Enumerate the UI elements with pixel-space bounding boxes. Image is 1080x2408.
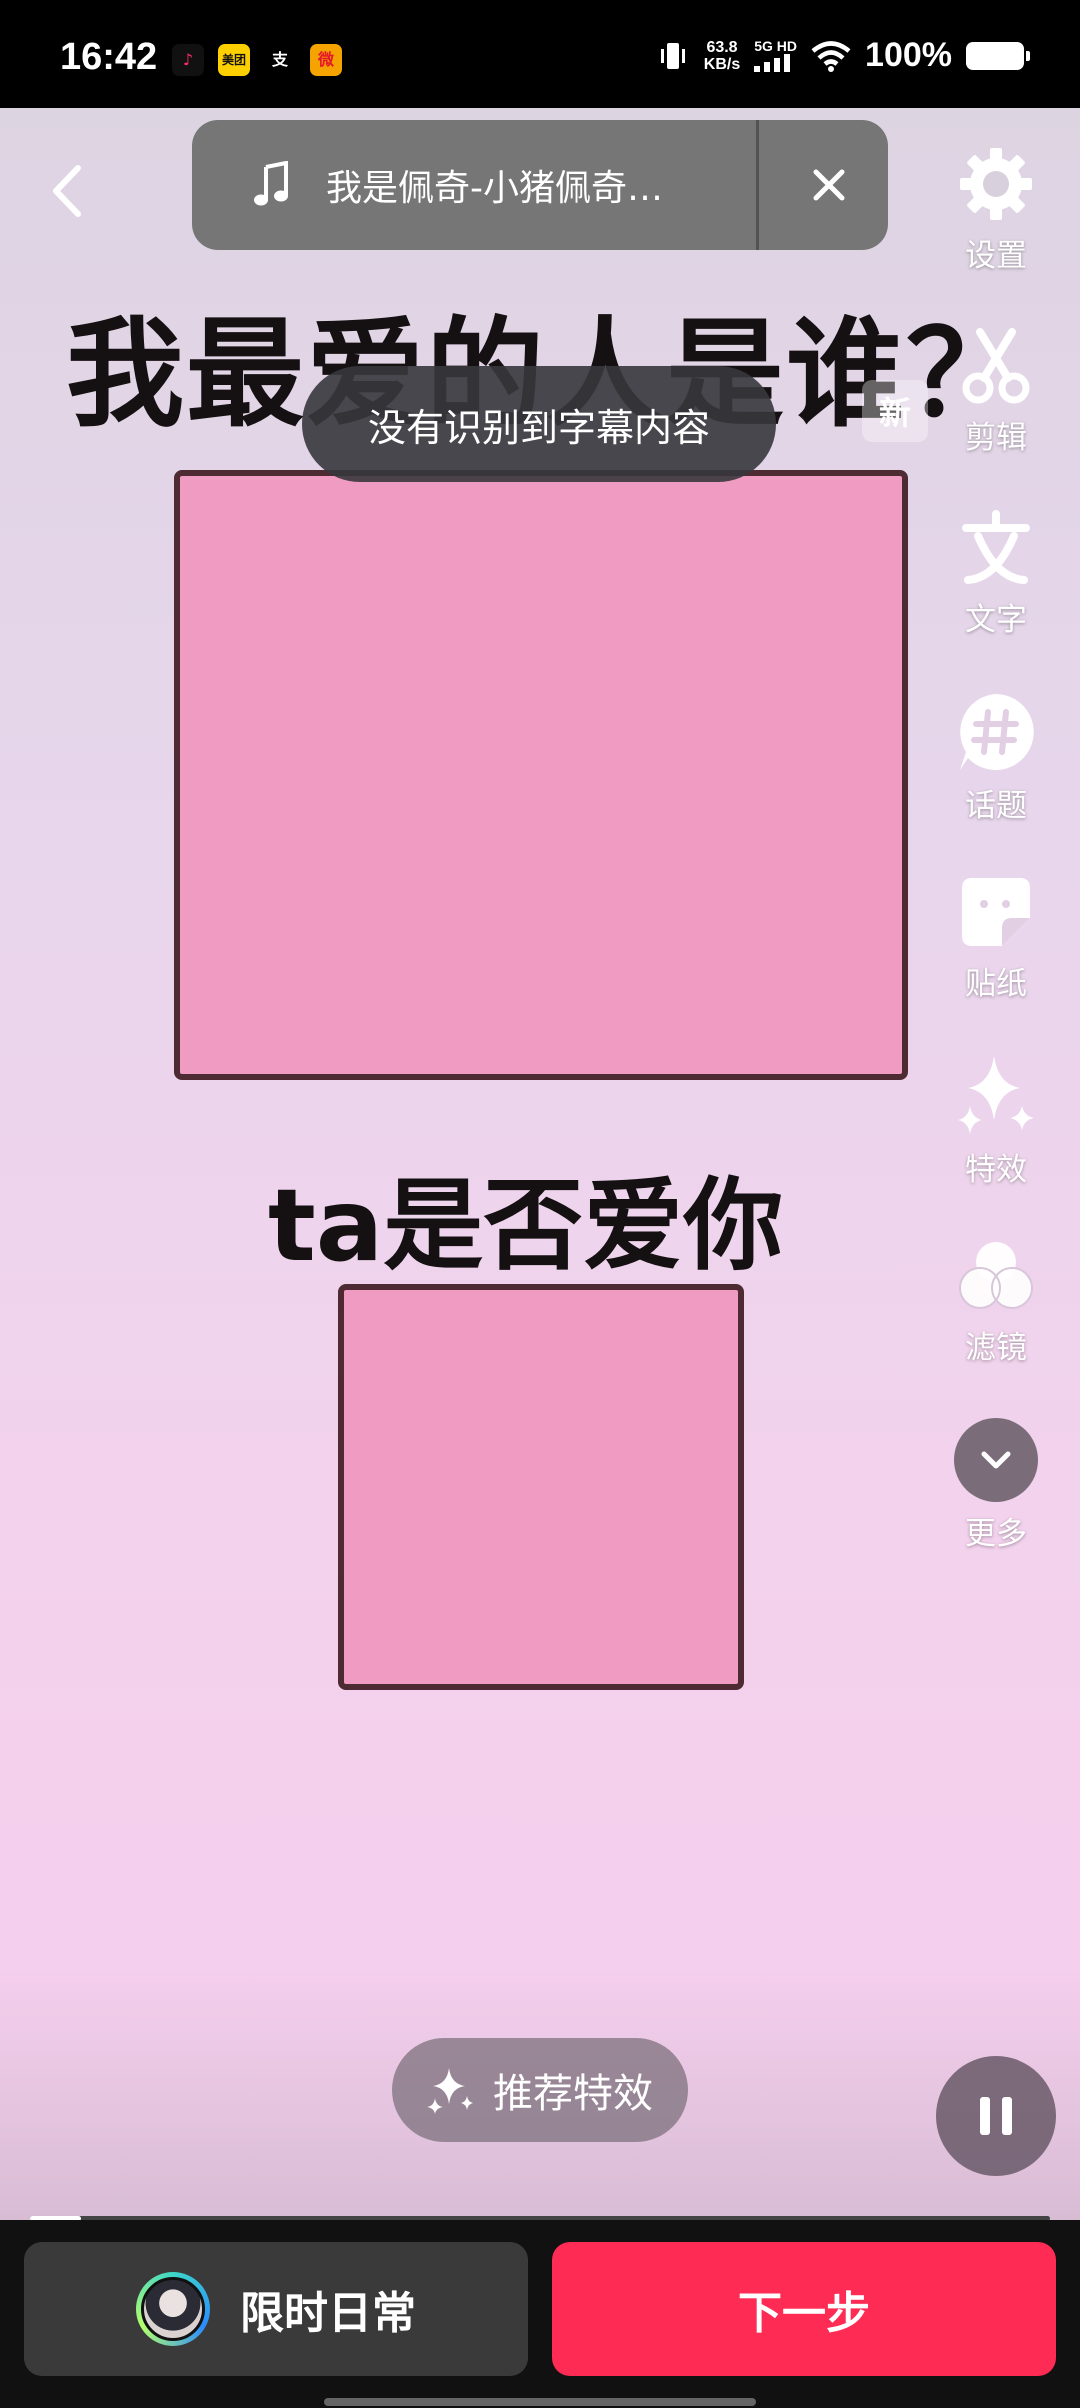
cell-signal: 5G HD <box>754 39 797 72</box>
tool-edit[interactable]: 剪辑 <box>936 326 1056 457</box>
recommended-effects-button[interactable]: 推荐特效 <box>392 2038 688 2142</box>
vibrate-icon <box>660 42 685 69</box>
tool-effects[interactable]: 特效 <box>936 1054 1056 1189</box>
net-speed: 63.8 KB/s <box>703 38 741 73</box>
back-button[interactable] <box>40 156 96 226</box>
subtitle-toast: 没有识别到字幕内容 <box>302 366 776 482</box>
battery-icon <box>966 41 1030 70</box>
home-indicator[interactable] <box>324 2398 756 2406</box>
tool-label: 特效 <box>965 1152 1027 1188</box>
pink-frame-large <box>174 470 908 1080</box>
tool-topic[interactable]: 话题 <box>936 690 1056 825</box>
text-icon <box>962 510 1030 584</box>
music-title: 我是佩奇-小猪佩奇… <box>326 168 663 209</box>
tool-filter[interactable]: 滤镜 <box>936 1236 1056 1367</box>
remove-music-button[interactable] <box>806 162 852 208</box>
chevron-down-icon <box>981 1451 1011 1469</box>
status-right: 63.8 KB/s 5G HD 100% <box>656 36 1030 75</box>
more-button-circle <box>954 1418 1038 1502</box>
music-note-icon <box>242 161 302 209</box>
daily-post-button[interactable]: 限时日常 <box>24 2242 528 2376</box>
pause-icon <box>980 2097 990 2135</box>
tool-label: 剪辑 <box>965 420 1027 456</box>
tool-label: 设置 <box>965 238 1027 274</box>
alipay-icon: 支 <box>264 44 296 76</box>
daily-post-label: 限时日常 <box>240 2288 416 2339</box>
douyin-icon: ♪ <box>172 44 204 76</box>
bottom-bar: 限时日常 下一步 <box>0 2220 1080 2408</box>
tool-text[interactable]: 文字 <box>936 508 1056 639</box>
battery-percent: 100% <box>865 36 952 74</box>
new-badge: 新 <box>862 380 928 442</box>
meituan-icon: 美团 <box>218 44 250 76</box>
video-preview[interactable]: 我最爱的人是谁？ ta是否爱你 我是佩奇-小猪佩奇… 没有识别到字幕内容 新 <box>0 108 1080 2220</box>
close-icon <box>813 169 845 201</box>
notification-app-icons: ♪ 美团 支 微 <box>172 44 342 76</box>
sticker-icon <box>962 878 1030 946</box>
gear-icon <box>960 148 1032 220</box>
tool-sticker[interactable]: 贴纸 <box>936 872 1056 1003</box>
sparkle-icon <box>427 2068 473 2114</box>
status-bar: 16:42 ♪ 美团 支 微 63.8 KB/s 5G HD 100% <box>0 0 1080 108</box>
hashtag-icon <box>960 694 1034 770</box>
scissors-icon <box>962 328 1030 404</box>
filter-icon <box>959 1242 1033 1309</box>
sparkle-icon <box>958 1056 1034 1134</box>
tool-settings[interactable]: 设置 <box>936 144 1056 275</box>
selected-music-bar[interactable]: 我是佩奇-小猪佩奇… <box>192 120 888 250</box>
avatar <box>136 2272 210 2346</box>
tool-label: 更多 <box>965 1516 1027 1552</box>
signal-bars-icon <box>754 54 791 72</box>
tool-more[interactable]: 更多 <box>936 1418 1056 1553</box>
tool-label: 滤镜 <box>965 1330 1027 1366</box>
tool-label: 文字 <box>965 602 1027 638</box>
music-divider <box>756 120 759 250</box>
recommended-effects-label: 推荐特效 <box>493 2071 653 2117</box>
wifi-icon <box>811 40 851 72</box>
next-step-button[interactable]: 下一步 <box>552 2242 1056 2376</box>
weibo-icon: 微 <box>310 44 342 76</box>
status-time: 16:42 <box>60 36 158 78</box>
pink-frame-small <box>338 1284 744 1690</box>
tool-label: 贴纸 <box>965 966 1027 1002</box>
pause-button[interactable] <box>936 2056 1056 2176</box>
video-subheadline-text: ta是否爱你 <box>268 1167 784 1284</box>
chevron-left-icon <box>53 165 81 217</box>
tool-label: 话题 <box>965 788 1027 824</box>
